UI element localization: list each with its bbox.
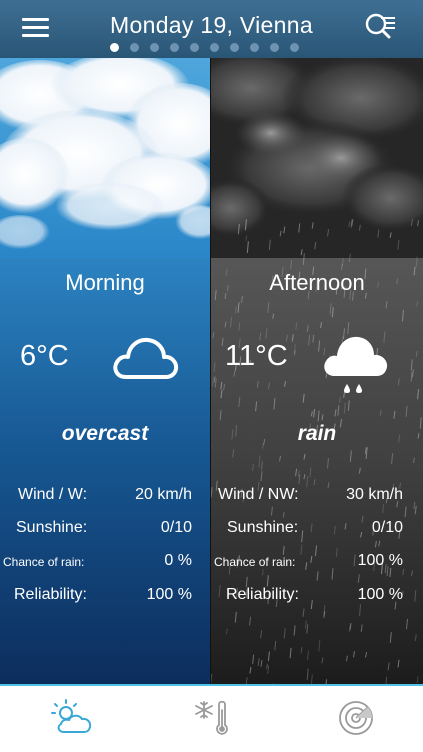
morning-temperature: 6°C <box>20 340 69 373</box>
sunshine-label: Sunshine: <box>16 519 87 537</box>
morning-panel: Morning 6°C overcast Wind / W: 20 km/h S… <box>0 58 210 684</box>
reliability-label: Reliability: <box>14 586 87 604</box>
morning-sunshine-row: Sunshine: 0/10 <box>0 519 210 541</box>
page-dot[interactable] <box>230 43 239 52</box>
reliability-label: Reliability: <box>226 586 299 604</box>
page-dot[interactable] <box>250 43 259 52</box>
sunshine-value: 0/10 <box>372 519 403 537</box>
header-bar: Monday 19, Vienna <box>0 0 423 58</box>
wind-label: Wind / NW: <box>218 486 299 504</box>
rain-cloud-icon <box>321 330 391 404</box>
page-dot[interactable] <box>190 43 199 52</box>
partly-cloudy-icon <box>50 698 94 738</box>
radar-icon <box>334 698 378 738</box>
afternoon-period-label: Afternoon <box>211 270 423 296</box>
page-dot[interactable] <box>290 43 299 52</box>
rain-chance-value: 100 % <box>358 552 403 570</box>
afternoon-rain-chance-row: Chance of rain: 100 % <box>211 552 423 574</box>
tab-bar <box>0 684 423 752</box>
reliability-value: 100 % <box>147 586 192 604</box>
sunshine-value: 0/10 <box>161 519 192 537</box>
rain-chance-label: Chance of rain: <box>3 555 84 569</box>
wind-value: 20 km/h <box>135 486 192 504</box>
page-dot[interactable] <box>170 43 179 52</box>
afternoon-temperature: 11°C <box>225 340 288 373</box>
page-title: Monday 19, Vienna <box>0 12 423 39</box>
afternoon-condition: rain <box>211 422 423 446</box>
afternoon-sunshine-row: Sunshine: 0/10 <box>211 519 423 541</box>
search-button[interactable] <box>364 12 398 42</box>
sunshine-label: Sunshine: <box>227 519 298 537</box>
afternoon-reliability-row: Reliability: 100 % <box>211 586 423 608</box>
rain-chance-value: 0 % <box>164 552 192 570</box>
page-dot[interactable] <box>110 43 119 52</box>
wind-value: 30 km/h <box>346 486 403 504</box>
morning-wind-row: Wind / W: 20 km/h <box>0 486 210 508</box>
afternoon-panel: Afternoon 11°C rain Wind / NW: 30 km/h S… <box>211 58 423 684</box>
page-dot[interactable] <box>270 43 279 52</box>
morning-condition: overcast <box>0 422 210 446</box>
snow-thermometer-icon <box>190 698 234 738</box>
page-dot[interactable] <box>130 43 139 52</box>
morning-rain-chance-row: Chance of rain: 0 % <box>0 552 210 574</box>
sky-clouds-image <box>0 58 210 258</box>
reliability-value: 100 % <box>358 586 403 604</box>
tab-forecast[interactable] <box>50 698 94 738</box>
wind-label: Wind / W: <box>18 486 87 504</box>
rain-chance-label: Chance of rain: <box>214 555 295 569</box>
page-indicator[interactable] <box>110 43 299 53</box>
cloud-icon <box>110 332 180 382</box>
page-dot[interactable] <box>150 43 159 52</box>
morning-reliability-row: Reliability: 100 % <box>0 586 210 608</box>
page-dot[interactable] <box>210 43 219 52</box>
tab-radar[interactable] <box>334 698 378 738</box>
afternoon-wind-row: Wind / NW: 30 km/h <box>211 486 423 508</box>
morning-period-label: Morning <box>0 270 210 296</box>
search-list-icon <box>364 12 398 42</box>
tab-snow-temperature[interactable] <box>190 698 234 738</box>
